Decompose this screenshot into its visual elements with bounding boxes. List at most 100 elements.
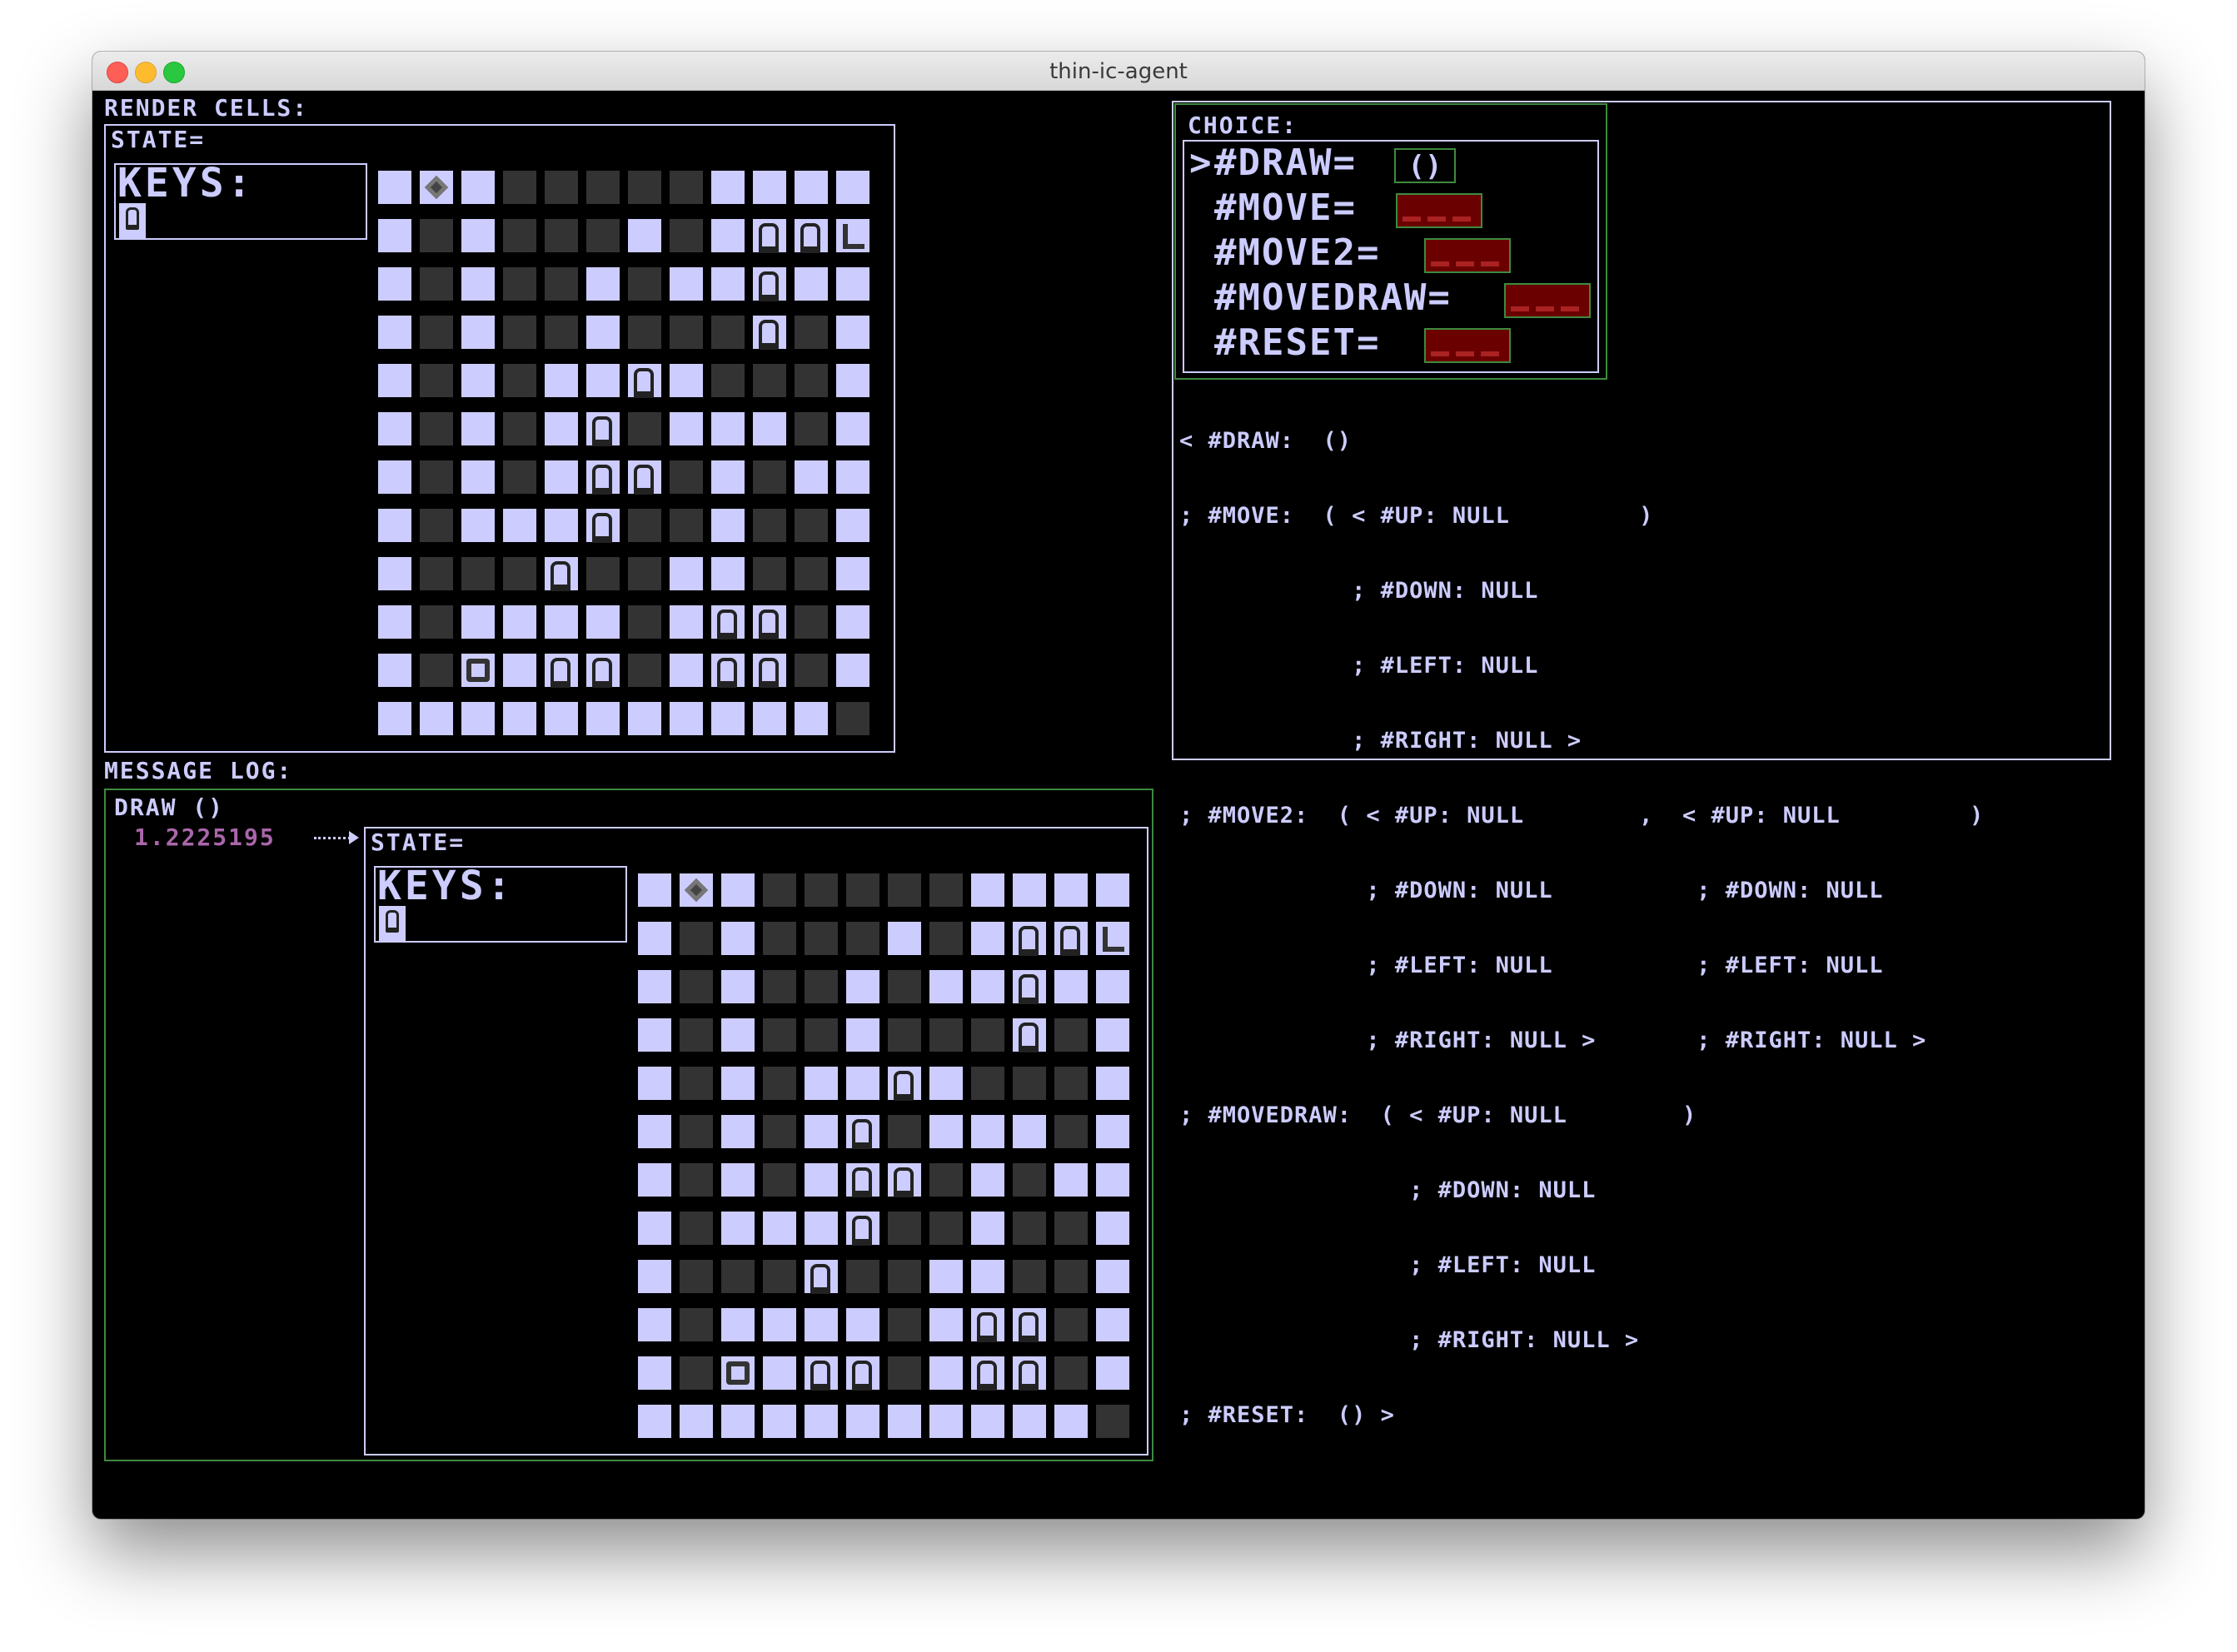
game-board[interactable] [378,171,869,735]
wall-cell [795,509,828,542]
wall-cell [929,1163,963,1197]
schema-line: ; #RESET: () > [1179,1402,1395,1428]
wall-cell [420,267,453,301]
floor-cell [795,267,828,301]
move2-arg-empty[interactable] [1424,238,1511,273]
floor-cell [1013,1115,1046,1148]
corner-cell [1096,922,1129,955]
floor-cell [711,267,745,301]
floor-cell [763,1405,796,1438]
wall-cell [503,171,536,204]
floor-cell [638,1018,671,1052]
log-entry-action: DRAW () [114,794,225,821]
floor-cell [461,316,495,349]
key-cell [795,219,828,253]
log-keys-label: KEYS: [377,863,515,909]
floor-cell [1096,1308,1129,1341]
wall-cell [420,509,453,542]
choice-draw[interactable]: #DRAW= [1214,142,1357,184]
wall-cell [795,364,828,397]
floor-cell [805,1163,838,1197]
floor-cell [461,364,495,397]
floor-cell [461,267,495,301]
floor-cell [670,412,703,445]
floor-cell [638,1356,671,1390]
key-cell [753,605,786,639]
wall-cell [503,364,536,397]
floor-cell [638,1308,671,1341]
wall-cell [1054,1115,1088,1148]
wall-cell [628,316,661,349]
key-cell [971,1308,1004,1342]
wall-cell [545,267,578,301]
reset-arg-empty[interactable] [1424,328,1511,363]
floor-cell [461,171,495,204]
floor-cell [721,1405,755,1438]
choice-movedraw[interactable]: #MOVEDRAW= [1214,276,1452,319]
key-cell [628,460,661,495]
floor-cell [638,1163,671,1197]
floor-cell [711,412,745,445]
floor-cell [670,702,703,735]
key-cell [846,1212,879,1246]
floor-cell [753,702,786,735]
movedraw-arg-empty[interactable] [1504,283,1591,318]
floor-cell [836,267,869,301]
floor-cell [545,509,578,542]
floor-cell [378,460,411,494]
wall-cell [1013,1260,1046,1293]
floor-cell [971,1212,1004,1245]
floor-cell [545,364,578,397]
wall-cell [670,219,703,252]
crosshair-cell [420,171,453,204]
wall-cell [670,171,703,204]
wall-cell [503,316,536,349]
schema-line: ; #DOWN: NULL ; #DOWN: NULL [1179,878,1884,903]
floor-cell [971,1163,1004,1197]
floor-cell [1096,1163,1129,1197]
floor-cell [586,267,620,301]
floor-cell [638,970,671,1003]
wall-cell [420,460,453,494]
ring-cell [721,1356,755,1390]
type-schema: < #DRAW: () ; #MOVE: ( < #UP: NULL ) ; #… [1179,379,1984,1478]
choice-move[interactable]: #MOVE= [1214,187,1357,229]
floor-cell [836,605,869,639]
floor-cell [795,171,828,204]
floor-cell [378,605,411,639]
wall-cell [846,1260,879,1293]
floor-cell [1096,1115,1129,1148]
choice-reset[interactable]: #RESET= [1214,321,1380,364]
floor-cell [721,970,755,1003]
wall-cell [1013,1163,1046,1197]
floor-cell [721,1018,755,1052]
wall-cell [888,1356,921,1390]
wall-cell [586,219,620,252]
key-cell [628,364,661,398]
floor-cell [846,1405,879,1438]
key-cell [711,654,745,688]
floor-cell [795,460,828,494]
wall-cell [680,1260,713,1293]
key-icon [379,906,406,941]
floor-cell [805,1405,838,1438]
wall-cell [1054,1018,1088,1052]
floor-cell [805,1067,838,1100]
floor-cell [763,1356,796,1390]
key-cell [545,557,578,591]
floor-cell [503,702,536,735]
move-arg-empty[interactable] [1396,193,1482,228]
choice-move2[interactable]: #MOVE2= [1214,231,1380,274]
wall-cell [1013,1212,1046,1245]
floor-cell [461,219,495,252]
schema-line: ; #DOWN: NULL [1179,1177,1597,1203]
wall-cell [628,654,661,687]
wall-cell [846,873,879,907]
floor-cell [670,605,703,639]
draw-arg-unit[interactable]: () [1394,148,1456,183]
window-title: thin-ic-agent [1049,59,1188,84]
wall-cell [711,316,745,349]
wall-cell [888,1018,921,1052]
wall-cell [586,557,620,590]
floor-cell [680,1405,713,1438]
